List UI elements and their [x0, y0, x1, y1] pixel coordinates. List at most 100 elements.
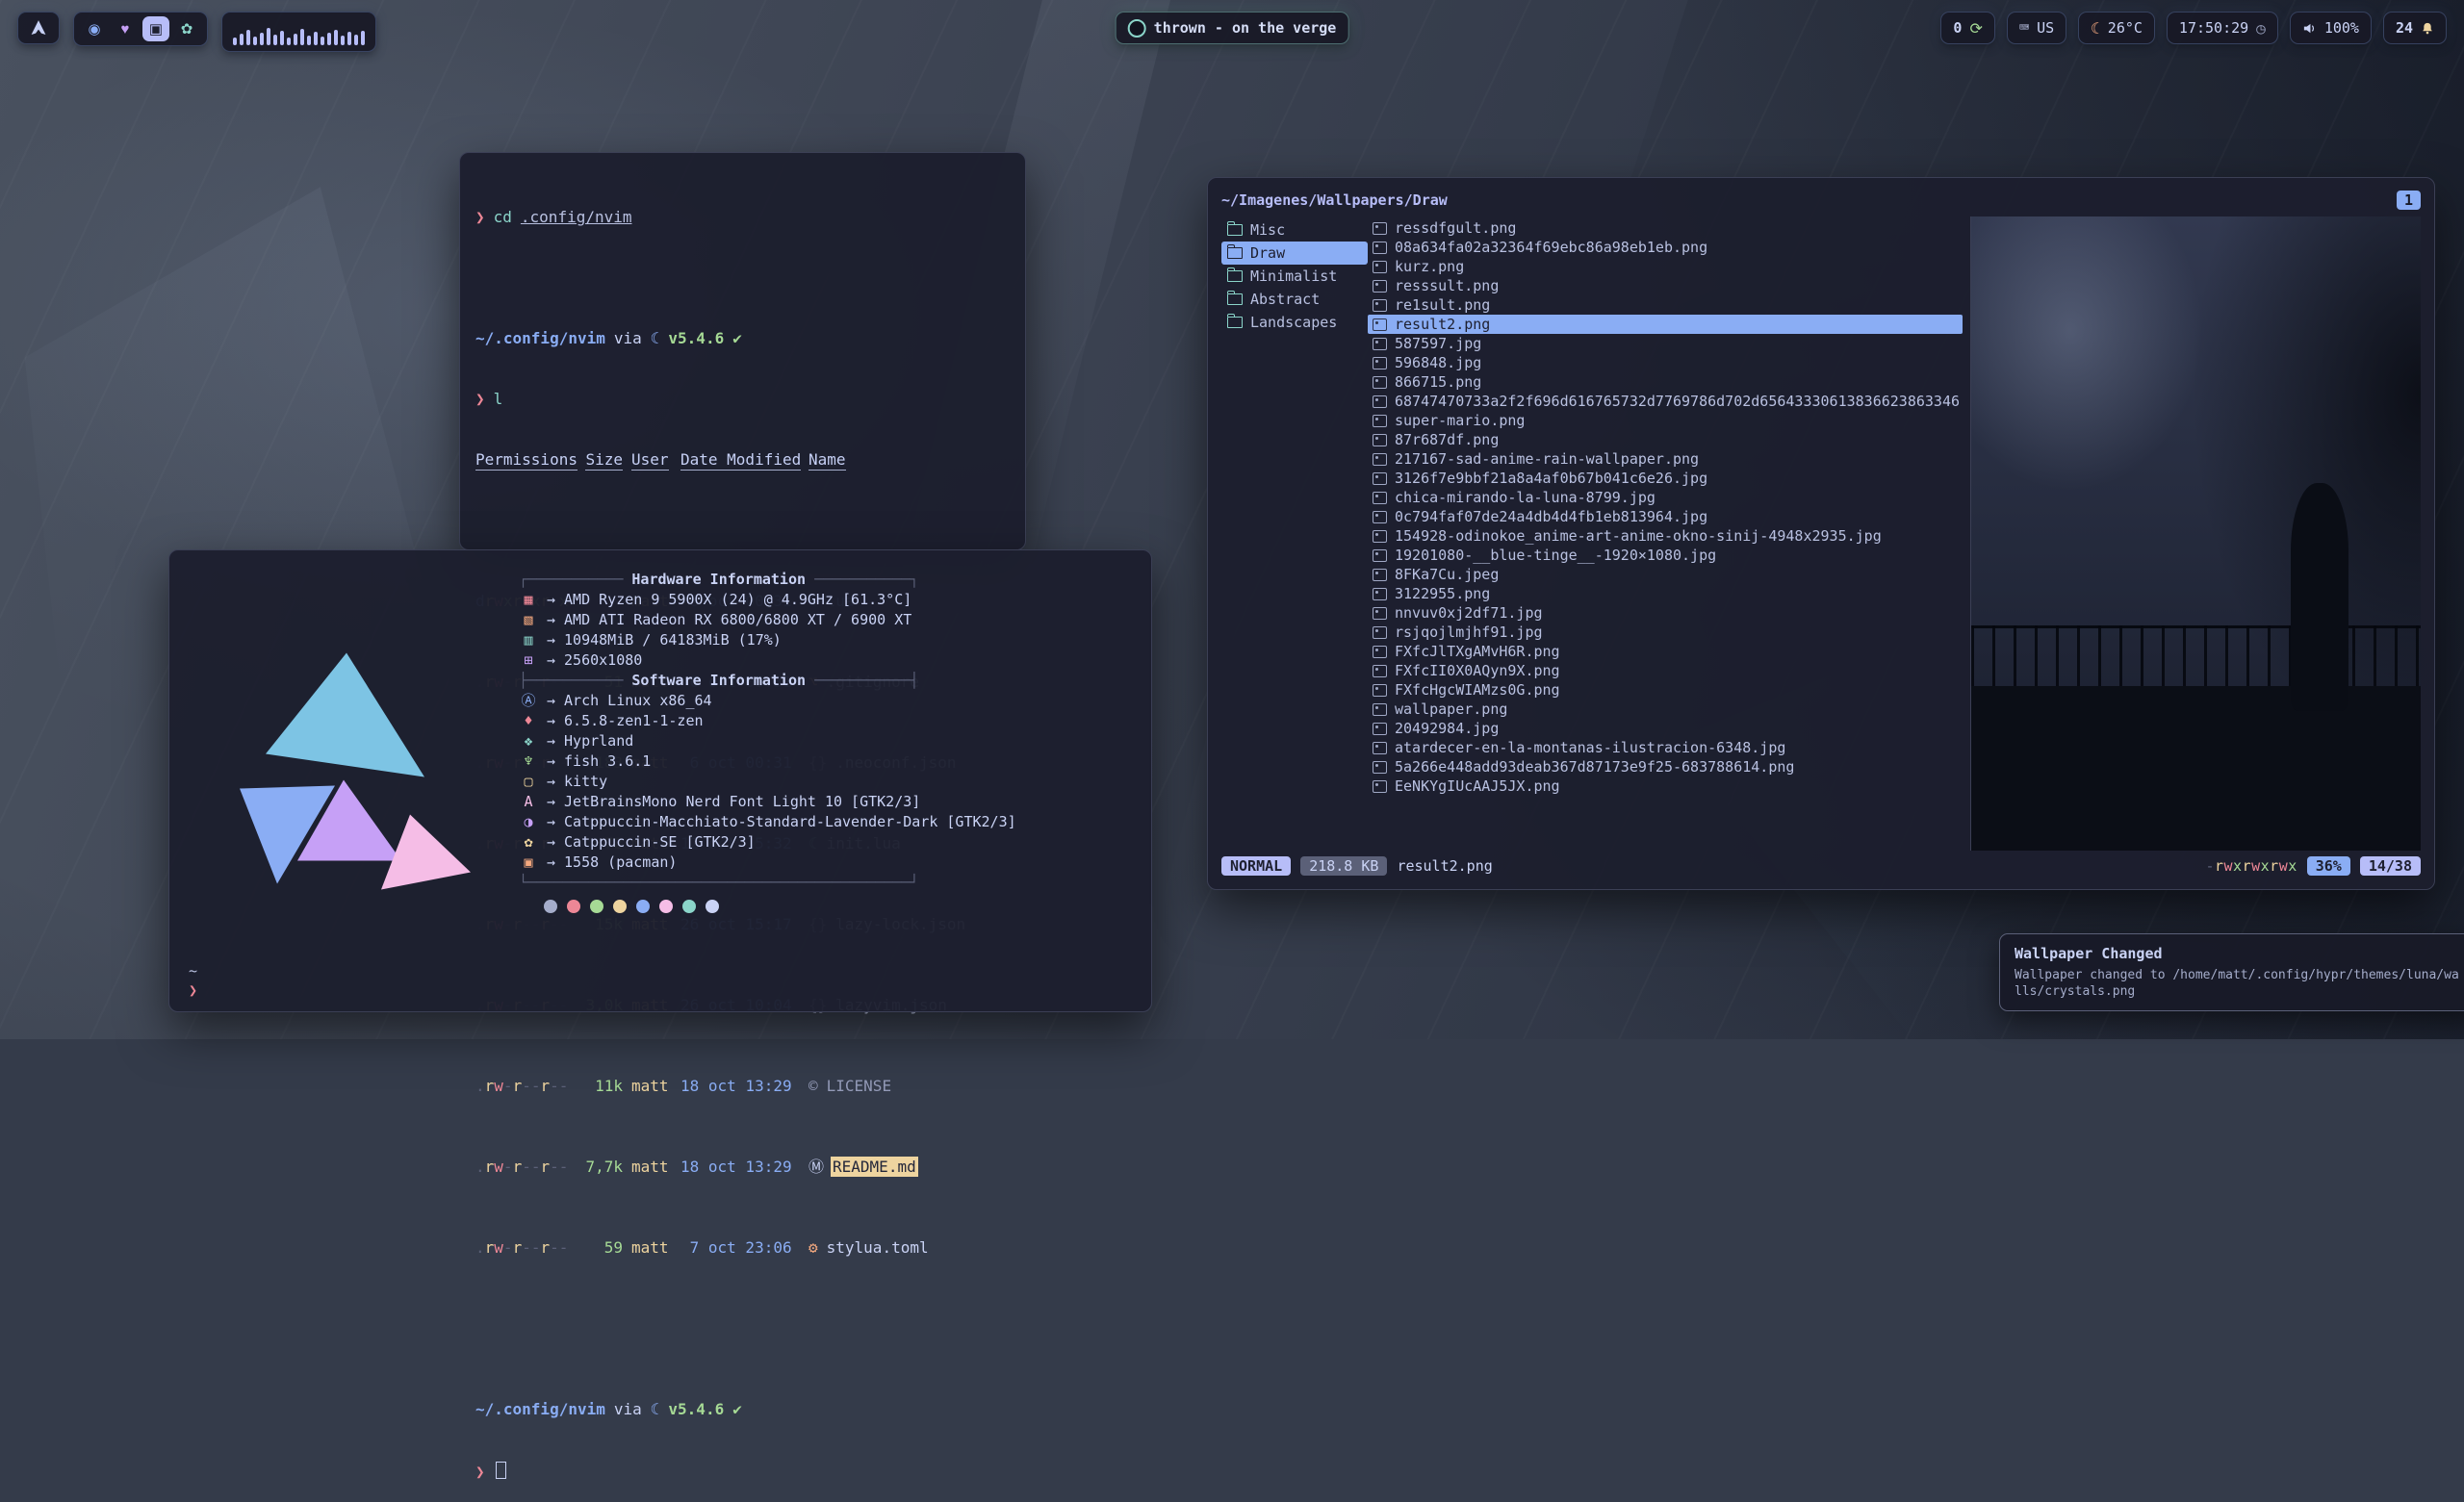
hardware-item-text: AMD Ryzen 9 5900X (24) @ 4.9GHz [61.3°C] — [564, 590, 911, 610]
file-name: FXfcHgcWIAMzs0G.png — [1395, 681, 1560, 699]
file-list-item[interactable]: resssult.png — [1368, 276, 1963, 295]
keyboard-layout-module[interactable]: ⌨ US — [2007, 12, 2066, 44]
file-list-item[interactable]: wallpaper.png — [1368, 700, 1963, 719]
software-item-text: Hyprland — [564, 731, 633, 751]
notification-toast[interactable]: Wallpaper Changed Wallpaper changed to /… — [1999, 933, 2464, 1011]
image-file-icon — [1373, 626, 1387, 639]
hardware-item-text: AMD ATI Radeon RX 6800/6800 XT / 6900 XT — [564, 610, 911, 630]
image-file-icon — [1373, 299, 1387, 312]
mode-badge: NORMAL — [1221, 856, 1291, 876]
file-list-item[interactable]: atardecer-en-la-montanas-ilustracion-634… — [1368, 738, 1963, 757]
sidebar-folder-item[interactable]: Draw — [1221, 242, 1368, 265]
workspace-button[interactable]: ◉ — [81, 16, 108, 41]
fetch-info-line: ▧ → AMD ATI Radeon RX 6800/6800 XT / 690… — [519, 610, 1132, 630]
file-manager-window[interactable]: ~/Imagenes/Wallpapers/Draw 1 Misc Draw M… — [1207, 177, 2435, 890]
file-permissions: .rw-r--r-- — [475, 1237, 570, 1258]
fetch-info-line: ✿ → Catppuccin-SE [GTK2/3] — [519, 832, 1132, 853]
workspace-button[interactable]: ✿ — [173, 16, 200, 41]
file-list-item[interactable]: 8FKa7Cu.jpeg — [1368, 565, 1963, 584]
file-list-item[interactable]: 19201080-__blue-tinge__-1920×1080.jpg — [1368, 546, 1963, 565]
software-item-icon: ◑ — [519, 812, 538, 832]
top-bar-left: ◉ ♥ ▣ ✿ — [17, 12, 376, 52]
graph-bar — [300, 29, 304, 45]
graph-bar — [341, 36, 345, 45]
via-label: via — [614, 328, 642, 348]
folder-icon — [1227, 270, 1243, 282]
file-list-item[interactable]: chica-mirando-la-luna-8799.jpg — [1368, 488, 1963, 507]
file-list-item[interactable]: rsjqojlmjhf91.jpg — [1368, 623, 1963, 642]
folder-icon — [1227, 247, 1243, 259]
launcher-button[interactable] — [17, 12, 60, 44]
software-item-text: fish 3.6.1 — [564, 751, 651, 772]
file-position-badge: 14/38 — [2360, 856, 2421, 876]
file-name: nnvuv0xj2df71.jpg — [1395, 604, 1543, 622]
column-header: Date Modified — [680, 449, 801, 471]
file-list-item[interactable]: 596848.jpg — [1368, 353, 1963, 372]
file-list-item[interactable]: 68747470733a2f2f696d616765732d7769786d70… — [1368, 392, 1963, 411]
file-permissions: .rw-r--r-- — [475, 1157, 570, 1177]
file-list-item[interactable]: kurz.png — [1368, 257, 1963, 276]
file-name: atardecer-en-la-montanas-ilustracion-634… — [1395, 739, 1785, 756]
file-list-item[interactable]: nnvuv0xj2df71.jpg — [1368, 603, 1963, 623]
terminal-cursor — [496, 1462, 506, 1479]
file-name: 587597.jpg — [1395, 335, 1481, 352]
prompt-symbol: ❯ — [475, 389, 485, 409]
sidebar-folder-item[interactable]: Abstract — [1221, 288, 1368, 311]
workspace-button[interactable]: ▣ — [142, 16, 169, 41]
file-list-item[interactable]: re1sult.png — [1368, 295, 1963, 315]
file-list-item[interactable]: 0c794faf07de24a4db4d4fb1eb813964.jpg — [1368, 507, 1963, 526]
media-player-module[interactable]: thrown - on the verge — [1116, 12, 1349, 44]
terminal-window[interactable]: ❯cd.config/nvim ~/.config/nvimvia☾v5.4.6… — [459, 152, 1026, 550]
file-list-item[interactable]: ressdfgult.png — [1368, 218, 1963, 238]
system-fetch-window[interactable]: ┌─────────── Hardware Information ──────… — [168, 549, 1152, 1012]
file-owner: matt — [631, 1237, 672, 1258]
image-preview-pane — [1970, 216, 2421, 851]
clock-module[interactable]: 17:50:29 ◷ — [2167, 12, 2278, 44]
file-list-item[interactable]: 217167-sad-anime-rain-wallpaper.png — [1368, 449, 1963, 469]
preview-person-silhouette — [2291, 483, 2349, 711]
image-file-icon — [1373, 492, 1387, 504]
file-list-item[interactable]: 20492984.jpg — [1368, 719, 1963, 738]
file-list-item[interactable]: 08a634fa02a32364f69ebc86a98eb1eb.png — [1368, 238, 1963, 257]
graph-bar — [314, 32, 318, 45]
file-name: 19201080-__blue-tinge__-1920×1080.jpg — [1395, 547, 1716, 564]
prompt-directory: ~ — [189, 961, 197, 980]
command-text: l — [494, 389, 503, 409]
sidebar-folder-item[interactable]: Minimalist — [1221, 265, 1368, 288]
weather-module[interactable]: ☾ 26°C — [2078, 12, 2155, 44]
file-name: 5a266e448add93deab367d87173e9f25-6837886… — [1395, 758, 1794, 776]
listing-row: .rw-r--r-- 11k matt 18 oct 13:29 ©LICENS… — [475, 1076, 1010, 1096]
sidebar-folder-item[interactable]: Landscapes — [1221, 311, 1368, 334]
arrow-icon: → — [547, 630, 555, 650]
file-list-item[interactable]: 866715.png — [1368, 372, 1963, 392]
workspace-button[interactable]: ♥ — [112, 16, 139, 41]
system-graph-module[interactable] — [221, 12, 376, 52]
software-item-text: 1558 (pacman) — [564, 853, 677, 873]
listing-row: .rw-r--r-- 59 matt 7 oct 23:06 ⚙stylua.t… — [475, 1237, 1010, 1258]
sidebar-folder-item[interactable]: Misc — [1221, 218, 1368, 242]
fetch-info-line: A → JetBrainsMono Nerd Font Light 10 [GT… — [519, 792, 1132, 812]
file-list-item[interactable]: result2.png — [1368, 315, 1963, 334]
file-list-item[interactable]: 5a266e448add93deab367d87173e9f25-6837886… — [1368, 757, 1963, 776]
file-list-item[interactable]: EeNKYgIUcAAJ5JX.png — [1368, 776, 1963, 796]
image-file-icon — [1373, 588, 1387, 600]
file-list-item[interactable]: 87r687df.png — [1368, 430, 1963, 449]
updates-module[interactable]: 0 ⟳ — [1940, 12, 1994, 44]
file-list-item[interactable]: 154928-odinokoe_anime-art-anime-okno-sin… — [1368, 526, 1963, 546]
file-list-item[interactable]: FXfcII0X0AQyn9X.png — [1368, 661, 1963, 680]
arrow-icon: → — [547, 772, 555, 792]
image-file-icon — [1373, 742, 1387, 754]
notifications-module[interactable]: 24 — [2383, 12, 2447, 44]
blank-line — [475, 1338, 1010, 1359]
file-list-item[interactable]: 3126f7e9bbf21a8a4af0b67b041c6e26.jpg — [1368, 469, 1963, 488]
file-list-item[interactable]: super-mario.png — [1368, 411, 1963, 430]
software-item-icon: ▣ — [519, 853, 538, 873]
file-list-item[interactable]: 3122955.png — [1368, 584, 1963, 603]
file-list-item[interactable]: FXfcJlTXgAMvH6R.png — [1368, 642, 1963, 661]
file-manager-header: ~/Imagenes/Wallpapers/Draw 1 — [1221, 188, 2421, 213]
arrow-icon: → — [547, 812, 555, 832]
file-list-item[interactable]: 587597.jpg — [1368, 334, 1963, 353]
volume-module[interactable]: 100% — [2290, 12, 2372, 44]
tab-badge[interactable]: 1 — [2397, 191, 2421, 210]
file-list-item[interactable]: FXfcHgcWIAMzs0G.png — [1368, 680, 1963, 700]
